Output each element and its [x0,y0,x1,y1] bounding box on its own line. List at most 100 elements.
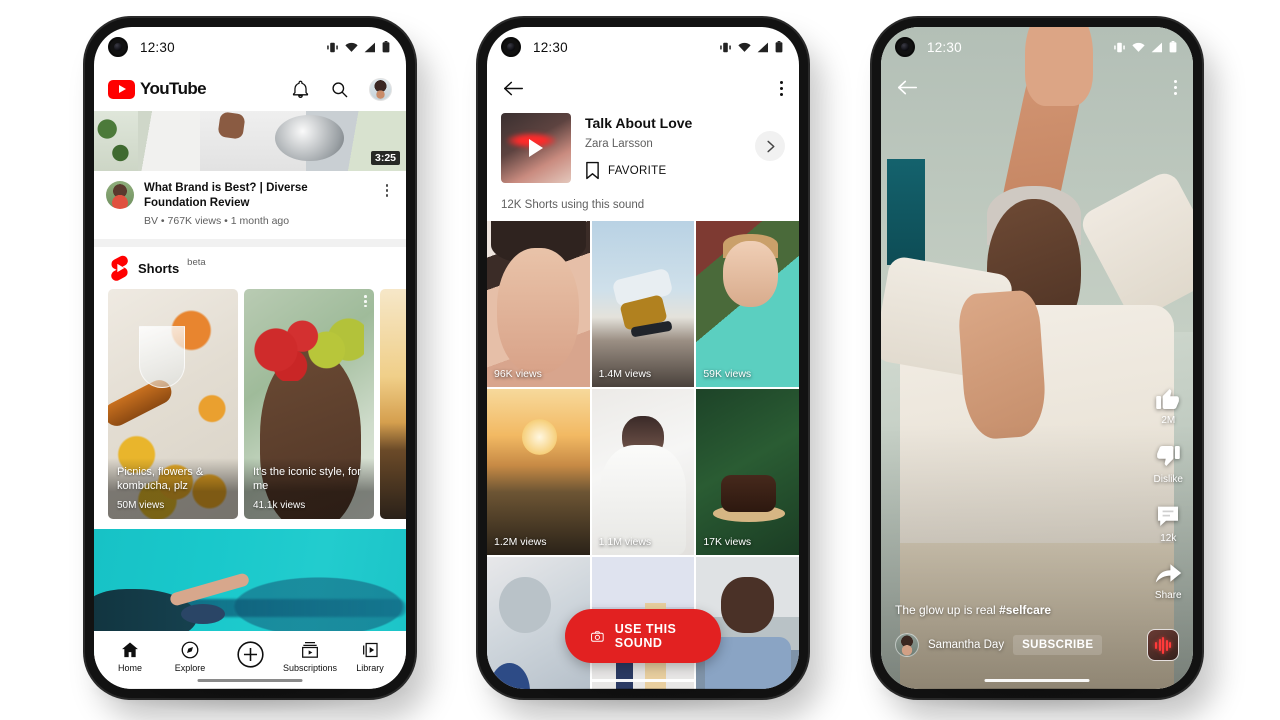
caption-text: The glow up is real [895,603,1000,617]
dislike-label: Dislike [1153,474,1183,485]
shorts-carousel[interactable]: Picnics, flowers & kombucha, plz 50M vie… [94,287,406,529]
shorts-card-more-icon[interactable] [364,295,367,308]
youtube-logo[interactable]: YouTube [108,79,207,99]
channel-name[interactable]: Samantha Day [928,639,1004,651]
shorts-shelf-title: Shorts [138,260,180,276]
tab-subscriptions-label: Subscriptions [282,662,338,673]
battery-icon [1169,41,1177,53]
sound-title: Talk About Love [585,115,693,131]
back-arrow-icon[interactable] [897,78,918,97]
featured-video-meta: What Brand is Best? | Diverse Foundation… [94,171,406,240]
tab-explore[interactable]: Explore [161,640,219,673]
shorts-action-rail: 2M Dislike 12k Share [1154,385,1183,601]
back-arrow-icon[interactable] [503,79,524,98]
shorts-logo-icon [111,256,128,282]
phone-mockup-sound-page: 12:30 Talk About Love Zara Larsson FAVOR… [478,18,808,714]
shorts-player-bottom-bar: The glow up is real #selfcare Samantha D… [881,603,1193,661]
section-divider [94,239,406,248]
shorts-grid-item[interactable]: 96K views [487,221,590,387]
cell-art-cake [720,475,777,512]
plus-circle-icon [236,641,264,668]
play-icon [529,139,543,157]
video-text-block: What Brand is Best? | Diverse Foundation… [144,181,370,227]
tab-library-label: Library [356,662,384,673]
youtube-app-bar: YouTube [94,67,406,111]
like-action[interactable]: 2M [1155,385,1181,426]
use-this-sound-button[interactable]: USE THIS SOUND [565,609,721,663]
video-metadata: BV • 767K views • 1 month ago [144,215,290,228]
subscribe-button[interactable]: SUBSCRIBE [1013,635,1103,655]
shorts-card[interactable] [380,289,406,520]
wifi-icon [738,42,751,52]
shorts-grid-item[interactable]: 1.2M views [487,389,590,555]
shorts-card[interactable]: Picnics, flowers & kombucha, plz 50M vie… [108,289,238,520]
library-icon [363,642,378,657]
home-indicator [590,679,696,682]
channel-avatar[interactable] [895,633,919,657]
tab-home-label: Home [117,662,142,673]
shorts-grid-item[interactable]: 1.1M views [591,389,695,555]
cell-art-sun [521,418,557,456]
cell-art-head [720,576,775,634]
grid-item-views: 1.4M views [598,368,652,380]
sound-disc-icon[interactable] [1147,629,1179,661]
share-label: Share [1154,590,1182,601]
video-title[interactable]: What Brand is Best? | Diverse Foundation… [144,181,370,211]
grid-item-views: 17K views [703,536,752,548]
tab-library[interactable]: Library [341,640,399,673]
shorts-grid-item[interactable]: 59K views [696,221,799,387]
sound-detail-chevron-button[interactable] [755,131,785,161]
comment-count: 12k [1160,533,1177,544]
camera-icon [591,630,604,642]
status-bar: 12:30 [94,27,406,67]
home-icon [122,642,138,657]
comment-icon [1158,506,1179,526]
cell-art-face [497,247,580,374]
signal-icon [757,42,768,52]
account-avatar[interactable] [369,77,392,101]
video-more-options-icon[interactable] [380,181,394,227]
phone-mockup-home: 12:30 YouTube 3:25 What Brand is Best? |… [85,18,415,714]
search-icon[interactable] [330,80,349,99]
video-caption: The glow up is real #selfcare [895,603,1179,617]
featured-video-thumbnail[interactable]: 3:25 [94,111,406,171]
vibrate-icon [720,42,731,52]
shorts-grid-item[interactable]: 1.4M views [591,221,695,387]
shorts-card-title: It's the iconic style, for me [253,465,361,492]
channel-avatar[interactable] [106,181,134,209]
sound-thumbnail[interactable] [501,113,571,183]
shorts-card[interactable]: It's the iconic style, for me 41.1k view… [244,289,374,520]
comments-action[interactable]: 12k [1155,503,1181,544]
thumbnail-mirror [274,114,344,162]
shorts-grid-item[interactable]: 17K views [696,389,799,555]
favorite-button[interactable]: FAVORITE [585,161,741,180]
bookmark-icon [586,161,599,180]
tab-home[interactable]: Home [101,640,159,673]
camera-punch-hole [501,37,521,57]
status-bar: 12:30 [487,27,799,67]
grid-item-views: 1.1M views [598,536,652,548]
video-duration-badge: 3:25 [370,151,400,165]
like-count: 2M [1161,415,1176,426]
share-action[interactable]: Share [1155,562,1182,601]
phone3-screen: 12:30 2M Dislike 12k Share The glow up i… [881,27,1193,689]
sound-page-app-bar [487,67,799,109]
camera-punch-hole [895,37,915,57]
tab-subscriptions[interactable]: Subscriptions [281,640,339,673]
chevron-right-icon [766,140,774,152]
bell-icon[interactable] [291,80,310,99]
share-icon [1155,564,1181,583]
shorts-card-views: 41.1k views [253,500,306,512]
signal-icon [1151,42,1162,52]
status-time: 12:30 [927,39,962,55]
more-options-icon[interactable] [780,80,783,96]
cell-art-plate [499,576,551,634]
subscriptions-icon [302,641,318,658]
sound-info: Talk About Love Zara Larsson FAVORITE [585,113,741,180]
compass-icon [181,641,199,658]
thumbnail-arm [217,111,246,141]
more-options-icon[interactable] [1174,79,1177,95]
dislike-action[interactable]: Dislike [1154,444,1183,485]
tab-create[interactable] [221,640,279,672]
caption-hashtag[interactable]: #selfcare [999,603,1051,617]
